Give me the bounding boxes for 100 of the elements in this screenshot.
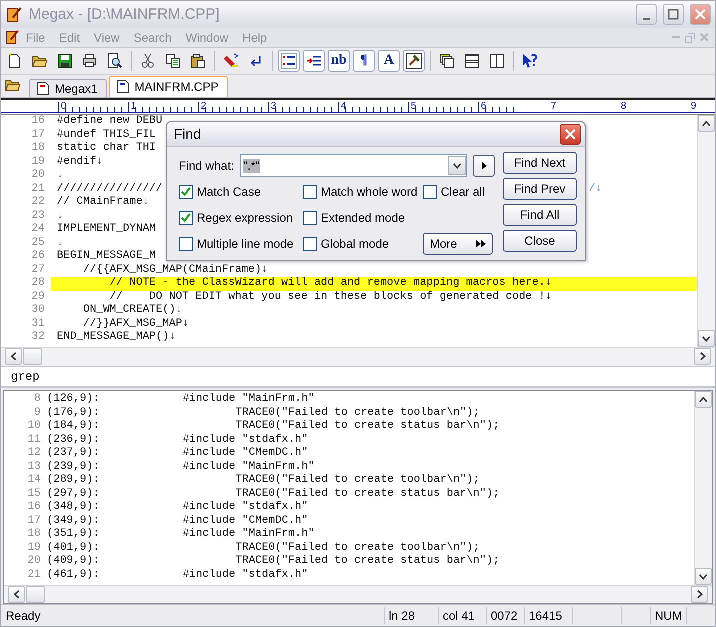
scroll-up-button[interactable] xyxy=(695,391,712,408)
result-text: TRACE0("Failed to create toolbar\n"); xyxy=(234,474,480,488)
more-button[interactable]: More xyxy=(423,233,493,255)
dialog-button[interactable]: Close xyxy=(503,230,577,252)
result-location[interactable]: (401,9): xyxy=(47,542,130,555)
result-location[interactable]: (176,9): xyxy=(47,406,130,420)
result-number: 12 xyxy=(26,447,41,460)
scroll-up-button[interactable] xyxy=(698,115,715,132)
result-number: 11 xyxy=(26,434,41,447)
toolbar-button[interactable]: ¶ xyxy=(353,50,375,72)
line-number: 17 xyxy=(30,128,46,142)
result-number: 16 xyxy=(26,501,41,514)
result-location[interactable]: (409,9): xyxy=(47,555,130,568)
option-checkbox[interactable]: Global mode xyxy=(303,231,423,257)
check-icon xyxy=(181,213,191,223)
code-line: //}}AFX_MSG_MAP↓ xyxy=(82,318,190,331)
print-preview-icon xyxy=(107,53,123,69)
option-checkbox[interactable]: Clear all xyxy=(423,179,495,205)
new-file-icon xyxy=(7,53,23,69)
indent-lines-button[interactable] xyxy=(303,50,325,72)
option-checkbox[interactable]: Extended mode xyxy=(303,205,423,231)
ruler-number: 4 xyxy=(341,101,347,112)
result-number: 8 xyxy=(33,393,41,406)
dialog-button[interactable]: Find Prev xyxy=(503,178,577,200)
ruler-number: 8 xyxy=(621,101,627,112)
ruler-number: 5 xyxy=(411,101,417,112)
option-checkbox[interactable]: Multiple line mode xyxy=(179,231,303,257)
result-location[interactable]: (289,9): xyxy=(47,474,130,488)
result-number: 15 xyxy=(26,488,41,501)
result-text: #include "MainFrm.h" xyxy=(182,460,315,474)
line-number: 28 xyxy=(30,277,46,290)
maximize-button[interactable] xyxy=(663,4,684,25)
dialog-button[interactable]: Find All xyxy=(503,204,577,226)
result-number: 17 xyxy=(26,514,41,528)
maximize-icon xyxy=(668,9,679,20)
dialog-button[interactable]: Find Next xyxy=(503,152,577,174)
horizontal-scrollbar[interactable] xyxy=(1,347,715,365)
scroll-thumb[interactable] xyxy=(23,348,42,365)
result-location[interactable]: (348,9): xyxy=(47,501,130,514)
vertical-scrollbar[interactable] xyxy=(694,391,712,585)
numbered-list-button[interactable] xyxy=(278,50,300,72)
find-label: Find what: xyxy=(179,158,234,172)
option-checkbox[interactable]: Match Case xyxy=(179,179,303,205)
ruler-number: 7 xyxy=(551,101,557,112)
minimize-icon xyxy=(643,18,650,20)
result-location[interactable]: (236,9): xyxy=(47,434,130,447)
result-location[interactable]: (237,9): xyxy=(47,447,130,460)
hammer-button[interactable] xyxy=(403,50,425,72)
highlighter-icon xyxy=(223,53,239,69)
regex-menu-button[interactable] xyxy=(473,154,495,176)
result-location[interactable]: (297,9): xyxy=(47,488,130,501)
scroll-left-button[interactable] xyxy=(5,348,22,365)
code-line: #undef THIS_FIL xyxy=(56,128,156,142)
toolbar-button[interactable]: nb xyxy=(328,50,350,72)
close-icon xyxy=(700,33,708,42)
option-checkbox[interactable]: Regex expression xyxy=(179,205,303,231)
document-tab[interactable]: Megax1 xyxy=(29,79,107,97)
check-icon xyxy=(181,187,191,197)
result-number: 9 xyxy=(33,406,41,420)
dropdown-button[interactable] xyxy=(448,156,466,175)
double-arrow-icon xyxy=(476,240,486,248)
result-location[interactable]: (461,9): xyxy=(47,568,130,582)
option-checkbox[interactable]: Match whole word xyxy=(303,179,423,205)
line-number: 16 xyxy=(30,115,46,128)
result-location[interactable]: (184,9): xyxy=(47,420,130,434)
status-pane: ln 28 xyxy=(384,607,438,624)
scroll-down-button[interactable] xyxy=(695,568,712,585)
line-number: 22 xyxy=(30,196,46,210)
result-text: #include "CMemDC.h" xyxy=(182,514,308,528)
result-text: TRACE0("Failed to create toolbar\n"); xyxy=(234,542,480,555)
close-icon xyxy=(565,128,576,140)
minimize-button[interactable] xyxy=(636,4,657,25)
ruler-number: 2 xyxy=(201,101,207,112)
scroll-right-button[interactable] xyxy=(694,348,711,365)
line-number: 26 xyxy=(30,250,46,264)
horizontal-scrollbar[interactable] xyxy=(4,585,712,603)
scroll-thumb[interactable] xyxy=(26,586,45,603)
result-text: #include "CMemDC.h" xyxy=(182,447,308,460)
document-tab[interactable]: MAINFRM.CPP xyxy=(108,76,228,97)
line-number: 21 xyxy=(30,182,46,196)
result-location[interactable]: (351,9): xyxy=(47,528,130,542)
code-line: //{{AFX_MSG_MAP(CMainFrame)↓ xyxy=(82,264,268,277)
result-location[interactable]: (349,9): xyxy=(47,514,130,528)
close-button[interactable] xyxy=(560,124,581,144)
status-pane: col 41 xyxy=(438,607,486,624)
toolbar-button[interactable]: A xyxy=(378,50,400,72)
result-location[interactable]: (239,9): xyxy=(47,460,130,474)
find-input[interactable]: ".*" xyxy=(240,154,467,177)
result-location[interactable]: (126,9): xyxy=(47,393,130,406)
status-pane: 16415 xyxy=(524,607,572,624)
scroll-left-button[interactable] xyxy=(8,586,25,603)
line-number: 20 xyxy=(30,169,46,182)
horizontal-split-icon xyxy=(464,53,480,69)
scroll-down-button[interactable] xyxy=(698,330,715,347)
line-number: 19 xyxy=(30,156,46,169)
copy-icon xyxy=(165,53,181,69)
status-pane: NUM xyxy=(650,607,686,624)
result-number: 21 xyxy=(26,568,41,582)
vertical-scrollbar[interactable] xyxy=(697,115,715,347)
scroll-right-button[interactable] xyxy=(691,586,708,603)
